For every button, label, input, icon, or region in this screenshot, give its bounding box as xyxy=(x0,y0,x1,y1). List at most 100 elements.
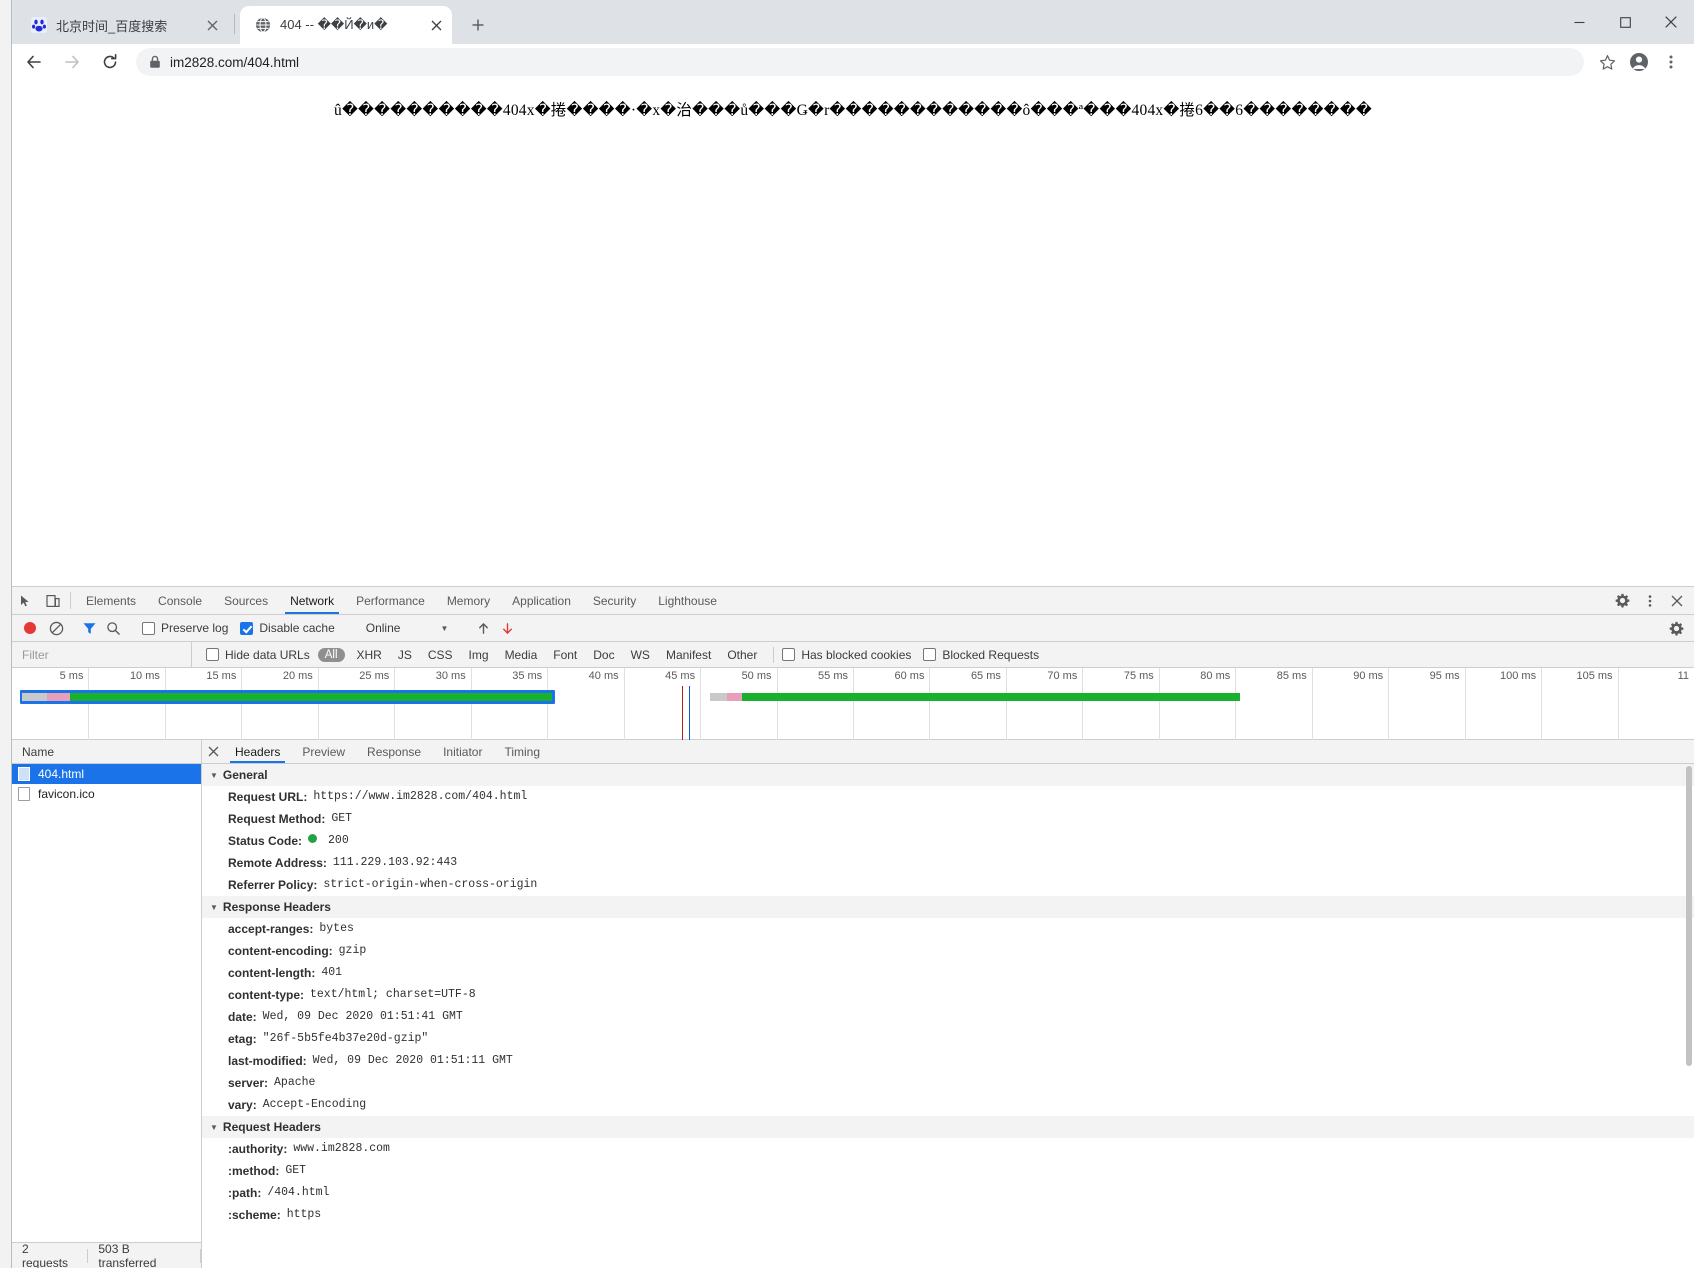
filter-funnel-icon[interactable] xyxy=(77,617,101,639)
detail-tab-timing[interactable]: Timing xyxy=(493,740,551,763)
browser-tab-1-close-icon[interactable] xyxy=(199,12,225,38)
filter-type-xhr[interactable]: XHR xyxy=(349,648,390,662)
filter-type-manifest[interactable]: Manifest xyxy=(658,648,719,662)
window-controls xyxy=(1556,0,1694,44)
header-value: GET xyxy=(285,1164,307,1177)
preserve-log-box xyxy=(142,621,155,635)
devtools-tab-security[interactable]: Security xyxy=(582,587,647,614)
star-icon[interactable] xyxy=(1592,47,1622,77)
disable-cache-label: Disable cache xyxy=(259,621,335,635)
filter-type-doc[interactable]: Doc xyxy=(585,648,622,662)
filter-type-font[interactable]: Font xyxy=(545,648,585,662)
preserve-log-checkbox[interactable]: Preserve log xyxy=(142,621,228,635)
filter-divider xyxy=(773,646,775,663)
section-header-general[interactable]: ▼ General xyxy=(202,764,1694,786)
filter-type-ws[interactable]: WS xyxy=(623,648,658,662)
hide-data-urls-checkbox[interactable]: Hide data URLs xyxy=(206,648,310,662)
timeline-download-segment xyxy=(69,693,552,701)
throttle-select[interactable]: Online ▼ xyxy=(356,621,463,635)
browser-tab-2-close-icon[interactable] xyxy=(423,12,449,38)
filter-type-js[interactable]: JS xyxy=(390,648,420,662)
timeline-gridline xyxy=(317,668,319,740)
headers-scroll-thumb[interactable] xyxy=(1686,766,1692,1066)
collapse-triangle-icon: ▼ xyxy=(210,1122,218,1132)
timeline-tick-label: 90 ms xyxy=(1353,670,1384,682)
network-filter-bar: Filter Hide data URLs All XHR JS CSS Img… xyxy=(12,641,1694,668)
request-row-faviconico[interactable]: favicon.ico xyxy=(12,784,201,804)
forward-arrow-icon[interactable] xyxy=(56,46,88,78)
export-har-icon[interactable] xyxy=(495,617,519,639)
timeline-gridline xyxy=(164,668,166,740)
devtools-tab-memory[interactable]: Memory xyxy=(436,587,501,614)
request-row-404html[interactable]: 404.html xyxy=(12,764,201,784)
blocked-requests-checkbox[interactable]: Blocked Requests xyxy=(923,648,1039,662)
browser-tab-1[interactable]: 北京时间_百度搜索 xyxy=(16,6,228,44)
header-name: date: xyxy=(228,1010,257,1024)
network-overview-timeline[interactable]: 5 ms 10 ms 15 ms 20 ms 25 ms 30 ms 35 ms 40 ms 4… xyxy=(12,668,1694,740)
request-list-header[interactable]: Name xyxy=(12,740,201,764)
minimize-icon[interactable] xyxy=(1556,0,1602,44)
section-header-response-headers[interactable]: ▼ Response Headers xyxy=(202,896,1694,918)
back-arrow-icon[interactable] xyxy=(18,46,50,78)
filter-type-other[interactable]: Other xyxy=(719,648,765,662)
maximize-icon[interactable] xyxy=(1602,0,1648,44)
devtools-tab-application[interactable]: Application xyxy=(501,587,582,614)
header-row: vary: Accept-Encoding xyxy=(202,1094,1694,1116)
clear-icon[interactable] xyxy=(44,617,68,639)
filter-input[interactable]: Filter xyxy=(12,641,192,668)
timeline-tick-label: 95 ms xyxy=(1429,670,1460,682)
record-button[interactable] xyxy=(24,622,36,634)
timeline-tick-label: 80 ms xyxy=(1200,670,1231,682)
disable-cache-checkbox[interactable]: Disable cache xyxy=(240,621,335,635)
timeline-gridline xyxy=(1541,668,1543,740)
section-header-request-headers[interactable]: ▼ Request Headers xyxy=(202,1116,1694,1138)
detail-tab-response[interactable]: Response xyxy=(356,740,432,763)
close-devtools-icon[interactable] xyxy=(1663,587,1690,614)
has-blocked-cookies-checkbox[interactable]: Has blocked cookies xyxy=(782,648,911,662)
search-icon[interactable] xyxy=(101,617,125,639)
devtools-tab-performance[interactable]: Performance xyxy=(345,587,436,614)
devtools-tab-elements[interactable]: Elements xyxy=(75,587,147,614)
network-status-bar: 2 requests 503 B transferred xyxy=(12,1242,201,1268)
header-row: :method: GET xyxy=(202,1160,1694,1182)
import-har-icon[interactable] xyxy=(471,617,495,639)
header-name: Request URL: xyxy=(228,790,308,804)
timeline-gridline xyxy=(1464,668,1466,740)
devtools-tab-lighthouse[interactable]: Lighthouse xyxy=(647,587,728,614)
request-row-404html-label: 404.html xyxy=(38,767,85,781)
address-bar[interactable]: im2828.com/404.html xyxy=(136,48,1584,76)
settings-gear-icon[interactable] xyxy=(1609,587,1636,614)
detail-tab-headers[interactable]: Headers xyxy=(224,740,291,763)
timeline-gridline xyxy=(929,668,931,740)
detail-tab-initiator[interactable]: Initiator xyxy=(432,740,493,763)
devtools-tab-sources[interactable]: Sources xyxy=(213,587,279,614)
request-list-pane: Name 404.html favicon.ico 2 requests 503… xyxy=(12,740,202,1268)
devtools-tab-network[interactable]: Network xyxy=(279,587,345,614)
timeline-tick-label: 11 xyxy=(1677,670,1689,682)
network-settings-gear-icon[interactable] xyxy=(1663,621,1690,636)
detail-close-icon[interactable] xyxy=(202,740,224,763)
more-options-icon[interactable] xyxy=(1636,587,1663,614)
detail-tab-preview[interactable]: Preview xyxy=(291,740,356,763)
browser-window: 北京时间_百度搜索 404 -- ��Й�и� im2828.com/404.h… xyxy=(0,0,1694,1268)
profile-avatar-icon[interactable] xyxy=(1624,47,1654,77)
filter-type-media[interactable]: Media xyxy=(497,648,546,662)
three-dot-menu-icon[interactable] xyxy=(1656,47,1686,77)
header-value: "26f-5b5fe4b37e20d-gzip" xyxy=(262,1032,429,1045)
filter-type-img[interactable]: Img xyxy=(461,648,497,662)
new-tab-button[interactable] xyxy=(464,11,492,39)
close-icon[interactable] xyxy=(1648,0,1694,44)
header-value: Accept-Encoding xyxy=(262,1098,367,1111)
timeline-stalled-segment xyxy=(726,693,742,701)
filter-type-all[interactable]: All xyxy=(317,647,345,662)
reload-icon[interactable] xyxy=(94,46,126,78)
device-toolbar-icon[interactable] xyxy=(39,587,66,614)
browser-tab-2[interactable]: 404 -- ��Й�и� xyxy=(240,6,452,44)
timeline-gridline xyxy=(623,668,625,740)
timeline-gridline xyxy=(776,668,778,740)
timeline-tick-label: 30 ms xyxy=(435,670,466,682)
devtools-tab-console[interactable]: Console xyxy=(147,587,213,614)
inspect-element-icon[interactable] xyxy=(12,587,39,614)
filter-type-css[interactable]: CSS xyxy=(420,648,461,662)
headers-scrollbar[interactable] xyxy=(1684,764,1694,1268)
